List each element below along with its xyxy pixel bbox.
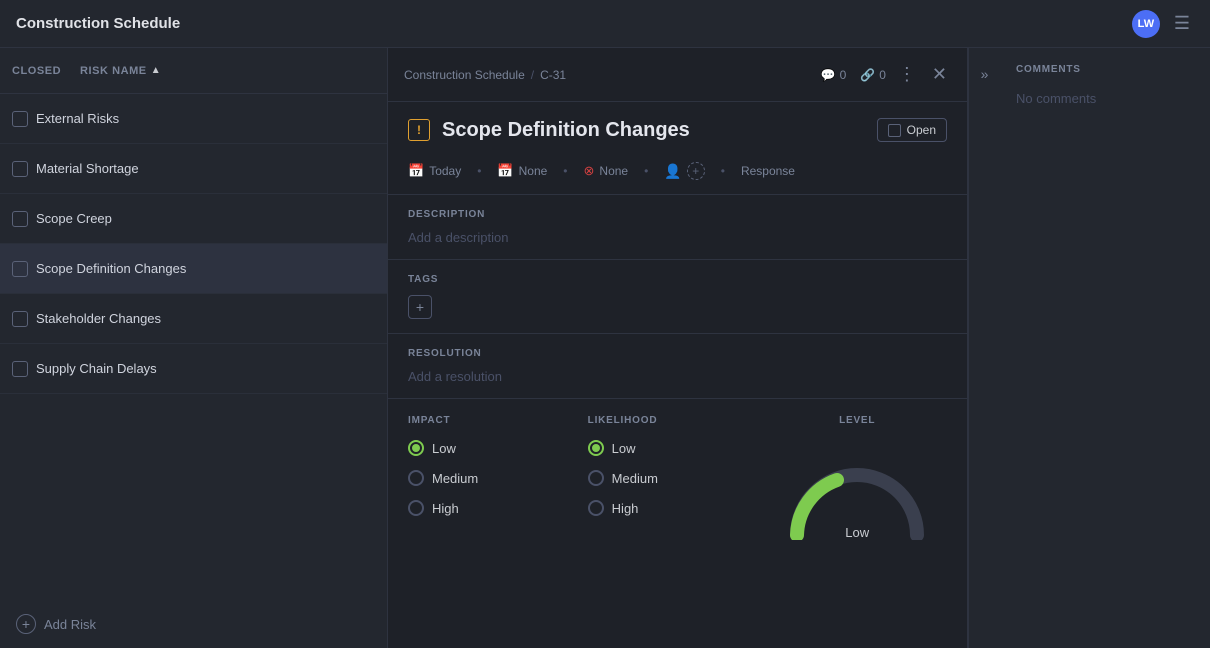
right-panel: Construction Schedule / C-31 💬 0 🔗 0 ⋮ ✕ [388,48,1210,648]
impact-col: IMPACT Low Medium [408,415,588,540]
add-tag-button[interactable]: + [408,295,432,319]
list-header: CLOSED RISK NAME ▲ [0,48,387,94]
impact-high-radio[interactable] [408,500,424,516]
gauge-container: Low [777,450,937,540]
tags-section: TAGS + [388,259,967,333]
add-risk-plus-icon: + [16,614,36,634]
impact-low-radio[interactable] [408,440,424,456]
likelihood-medium-radio[interactable] [588,470,604,486]
detail-panel: Construction Schedule / C-31 💬 0 🔗 0 ⋮ ✕ [388,48,968,648]
likelihood-medium[interactable]: Medium [588,470,768,486]
main-layout: CLOSED RISK NAME ▲ External Risks Materi… [0,48,1210,648]
risk-assessment: IMPACT Low Medium [388,398,967,556]
topbar-icons: 💬 0 🔗 0 [821,68,886,82]
close-icon[interactable]: ✕ [928,60,951,89]
risk-checkbox[interactable] [12,111,28,127]
detail-topbar: Construction Schedule / C-31 💬 0 🔗 0 ⋮ ✕ [388,48,967,102]
more-options-icon[interactable]: ⋮ [894,60,920,89]
end-date-icon: ⊗ [584,163,595,179]
impact-medium[interactable]: Medium [408,470,588,486]
meta-response[interactable]: Response [741,164,795,178]
likelihood-col: LIKELIHOOD Low Medium [588,415,768,540]
meta-end-date[interactable]: ⊗ None [584,163,629,179]
risk-type-icon: ! [408,119,430,141]
impact-low[interactable]: Low [408,440,588,456]
level-label: LEVEL [839,415,875,426]
description-label: DESCRIPTION [408,209,947,220]
likelihood-low-radio-inner [592,444,600,452]
status-checkbox[interactable] [888,124,901,137]
risk-row-active[interactable]: Scope Definition Changes [0,244,387,294]
start-date-icon: 📅 [497,163,513,179]
tags-label: TAGS [408,274,947,285]
meta-date[interactable]: 📅 Today [408,163,461,179]
resolution-section: RESOLUTION Add a resolution [388,333,967,398]
detail-title-row: ! Scope Definition Changes Open [388,102,967,154]
likelihood-high-radio[interactable] [588,500,604,516]
meta-start-date[interactable]: 📅 None [497,163,547,179]
app-title: Construction Schedule [16,15,1122,32]
comment-count-group[interactable]: 💬 0 [821,68,847,82]
link-icon: 🔗 [860,68,875,82]
description-input[interactable]: Add a description [408,230,947,245]
add-assignee-button[interactable]: + [687,162,705,180]
risk-row[interactable]: Material Shortage [0,144,387,194]
risk-checkbox[interactable] [12,211,28,227]
expand-icon[interactable]: » [977,62,993,86]
impact-radio-group: Low Medium High [408,440,588,516]
risk-name: Material Shortage [36,161,375,176]
detail-meta: 📅 Today • 📅 None • ⊗ None • 👤 + [388,154,967,194]
left-panel: CLOSED RISK NAME ▲ External Risks Materi… [0,48,388,648]
detail-title: Scope Definition Changes [442,119,865,142]
risk-row[interactable]: External Risks [0,94,387,144]
menu-icon[interactable]: ☰ [1170,9,1194,38]
resolution-input[interactable]: Add a resolution [408,369,947,384]
risk-list: External Risks Material Shortage Scope C… [0,94,387,600]
impact-low-radio-inner [412,444,420,452]
breadcrumb: Construction Schedule / C-31 [404,68,813,82]
level-col: LEVEL Low [767,415,947,540]
risk-row[interactable]: Scope Creep [0,194,387,244]
tags-area: + [408,295,947,319]
risk-name: External Risks [36,111,375,126]
add-risk-button[interactable]: + Add Risk [0,600,387,648]
risk-checkbox[interactable] [12,311,28,327]
no-comments-label: No comments [1016,91,1194,106]
app-header: Construction Schedule LW ☰ [0,0,1210,48]
comments-panel: COMMENTS No comments [1000,48,1210,648]
risk-name: Scope Creep [36,211,375,226]
risk-checkbox[interactable] [12,261,28,277]
likelihood-low[interactable]: Low [588,440,768,456]
impact-high[interactable]: High [408,500,588,516]
status-badge[interactable]: Open [877,118,947,142]
gauge-label: Low [845,525,869,540]
assignee-icon: 👤 [664,163,681,180]
likelihood-high[interactable]: High [588,500,768,516]
impact-label: IMPACT [408,415,588,426]
risk-row[interactable]: Stakeholder Changes [0,294,387,344]
expand-panel: » [968,48,1000,648]
col-name-label: RISK NAME ▲ [80,65,375,77]
risk-name: Scope Definition Changes [36,261,375,276]
description-section: DESCRIPTION Add a description [388,194,967,259]
calendar-icon: 📅 [408,163,424,179]
resolution-label: RESOLUTION [408,348,947,359]
impact-medium-radio[interactable] [408,470,424,486]
risk-name: Supply Chain Delays [36,361,375,376]
risk-checkbox[interactable] [12,161,28,177]
likelihood-radio-group: Low Medium High [588,440,768,516]
comment-icon: 💬 [821,68,836,82]
link-count-group[interactable]: 🔗 0 [860,68,886,82]
col-closed-label: CLOSED [12,65,72,77]
comments-label: COMMENTS [1016,64,1194,75]
meta-assignee[interactable]: 👤 + [664,162,704,180]
risk-checkbox[interactable] [12,361,28,377]
avatar[interactable]: LW [1132,10,1160,38]
likelihood-label: LIKELIHOOD [588,415,768,426]
risk-row[interactable]: Supply Chain Delays [0,344,387,394]
risk-name: Stakeholder Changes [36,311,375,326]
likelihood-low-radio[interactable] [588,440,604,456]
